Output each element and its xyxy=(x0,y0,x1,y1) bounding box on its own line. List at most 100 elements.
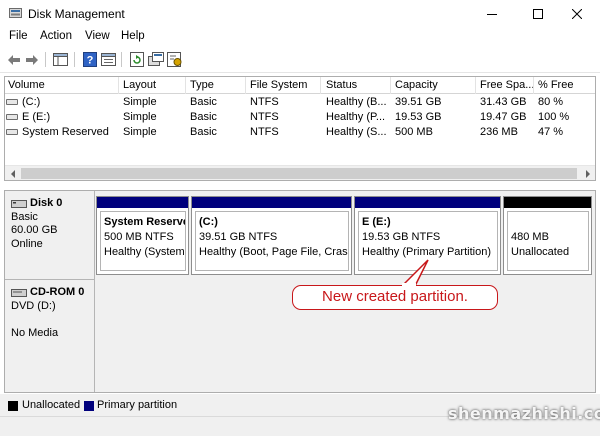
back-button[interactable] xyxy=(5,51,22,68)
cell-file-system: NTFS xyxy=(250,96,279,108)
menu-help[interactable]: Help xyxy=(121,30,145,42)
partition-name: System Reserve xyxy=(104,216,186,228)
scroll-right-button[interactable] xyxy=(580,166,595,181)
column-header-volume[interactable]: Volume xyxy=(8,79,45,91)
cd-rom-0-drive: DVD (D:) xyxy=(11,299,56,312)
legend-swatch-unallocated xyxy=(8,401,18,411)
column-separator[interactable] xyxy=(390,77,391,94)
partition-name: (C:) xyxy=(199,216,218,228)
cell-type: Basic xyxy=(190,126,217,138)
column-separator[interactable] xyxy=(185,77,186,94)
disk-management-icon xyxy=(9,8,22,18)
hard-disk-icon xyxy=(11,200,27,209)
title-bar: Disk Management xyxy=(0,0,600,27)
cell-type: Basic xyxy=(190,111,217,123)
table-row[interactable]: System Reserved Simple Basic NTFS Health… xyxy=(5,125,595,140)
cd-rom-icon xyxy=(11,289,27,298)
partition-status: Healthy (Boot, Page File, Crash xyxy=(199,246,349,258)
column-separator[interactable] xyxy=(118,77,119,94)
cell-free-space: 236 MB xyxy=(480,126,518,138)
cell-percent-free: 80 % xyxy=(538,96,564,108)
cell-file-system: NTFS xyxy=(250,126,279,138)
scrollbar-thumb[interactable] xyxy=(21,168,577,179)
column-separator[interactable] xyxy=(320,77,321,94)
menu-bar: File Action View Help xyxy=(0,27,600,47)
menu-view[interactable]: View xyxy=(85,30,110,42)
cell-volume: (C:) xyxy=(22,96,41,108)
settings-icon xyxy=(166,52,181,67)
drive-icon xyxy=(6,114,18,120)
cell-capacity: 39.51 GB xyxy=(395,96,442,108)
column-separator[interactable] xyxy=(245,77,246,94)
scroll-left-button[interactable] xyxy=(5,166,20,181)
scroll-right-icon xyxy=(585,169,590,178)
column-header-free-space[interactable]: Free Spa... xyxy=(480,79,534,91)
partition-details: (C:) 39.51 GB NTFS Healthy (Boot, Page F… xyxy=(195,211,349,271)
legend-label-unallocated: Unallocated xyxy=(22,399,81,411)
cell-layout: Simple xyxy=(123,126,157,138)
column-header-percent-free[interactable]: % Free xyxy=(538,79,573,91)
forward-arrow-icon xyxy=(25,54,38,65)
column-header-file-system[interactable]: File System xyxy=(250,79,307,91)
cd-rom-0-media: No Media xyxy=(11,326,59,339)
cell-free-space: 19.47 GB xyxy=(480,111,527,123)
disk-0-name: Disk 0 xyxy=(30,197,63,209)
maximize-icon xyxy=(533,8,543,19)
cell-file-system: NTFS xyxy=(250,111,279,123)
cd-rom-0-label[interactable]: CD-ROM 0 DVD (D:) No Media xyxy=(5,280,95,392)
column-header-type[interactable]: Type xyxy=(190,79,214,91)
table-row[interactable]: E (E:) Simple Basic NTFS Healthy (P... 1… xyxy=(5,110,595,125)
column-separator[interactable] xyxy=(475,77,476,94)
disk-0-label[interactable]: Disk 0 Basic 60.00 GB Online xyxy=(5,191,95,280)
cell-status: Healthy (P... xyxy=(326,111,386,123)
forward-button[interactable] xyxy=(23,51,40,68)
disk-0-status: Online xyxy=(11,237,43,250)
column-header-status[interactable]: Status xyxy=(326,79,357,91)
cd-rom-0-name-row: CD-ROM 0 xyxy=(11,286,94,300)
callout-pointer-mask xyxy=(402,283,416,287)
rescan-disks-icon xyxy=(147,52,164,66)
rescan-disks-button[interactable] xyxy=(147,51,164,68)
scroll-left-icon xyxy=(10,169,15,178)
cell-volume: System Reserved xyxy=(22,126,109,138)
horizontal-scrollbar[interactable] xyxy=(5,165,595,180)
svg-text:?: ? xyxy=(86,55,93,67)
unallocated-bar xyxy=(504,197,591,208)
menu-action[interactable]: Action xyxy=(40,30,72,42)
show-hide-console-tree-button[interactable] xyxy=(52,51,69,68)
column-header-capacity[interactable]: Capacity xyxy=(395,79,438,91)
minimize-button[interactable] xyxy=(469,0,515,27)
cd-rom-0-name: CD-ROM 0 xyxy=(30,286,85,298)
menu-file[interactable]: File xyxy=(9,30,28,42)
disk-0-type: Basic xyxy=(11,210,38,223)
partition-size: 39.51 GB NTFS xyxy=(199,231,278,243)
partition-c[interactable]: (C:) 39.51 GB NTFS Healthy (Boot, Page F… xyxy=(191,196,352,275)
help-icon: ? xyxy=(82,52,97,67)
table-row[interactable]: (C:) Simple Basic NTFS Healthy (B... 39.… xyxy=(5,95,595,110)
close-icon xyxy=(572,8,582,19)
unallocated-size: 480 MB xyxy=(511,231,549,243)
window-title: Disk Management xyxy=(28,7,125,21)
drive-icon xyxy=(6,129,18,135)
refresh-icon xyxy=(129,52,144,67)
partition-system-reserved[interactable]: System Reserve 500 MB NTFS Healthy (Syst… xyxy=(96,196,189,275)
close-button[interactable] xyxy=(554,0,600,27)
cell-percent-free: 100 % xyxy=(538,111,570,123)
cell-free-space: 31.43 GB xyxy=(480,96,527,108)
column-header-layout[interactable]: Layout xyxy=(123,79,156,91)
cell-status: Healthy (B... xyxy=(326,96,387,108)
settings-button[interactable] xyxy=(166,51,183,68)
refresh-button[interactable] xyxy=(128,51,145,68)
help-button[interactable]: ? xyxy=(81,51,98,68)
disk-0-size: 60.00 GB xyxy=(11,224,58,236)
unallocated-space[interactable]: 480 MB Unallocated xyxy=(503,196,592,275)
properties-button[interactable] xyxy=(100,51,117,68)
toolbar-separator xyxy=(121,52,122,67)
cd-rom-0-spacer xyxy=(11,313,94,327)
column-separator[interactable] xyxy=(533,77,534,94)
partition-details: System Reserve 500 MB NTFS Healthy (Syst… xyxy=(100,211,186,271)
back-arrow-icon xyxy=(7,54,20,65)
cell-capacity: 19.53 GB xyxy=(395,111,442,123)
cell-layout: Simple xyxy=(123,96,157,108)
primary-partition-bar xyxy=(192,197,351,208)
